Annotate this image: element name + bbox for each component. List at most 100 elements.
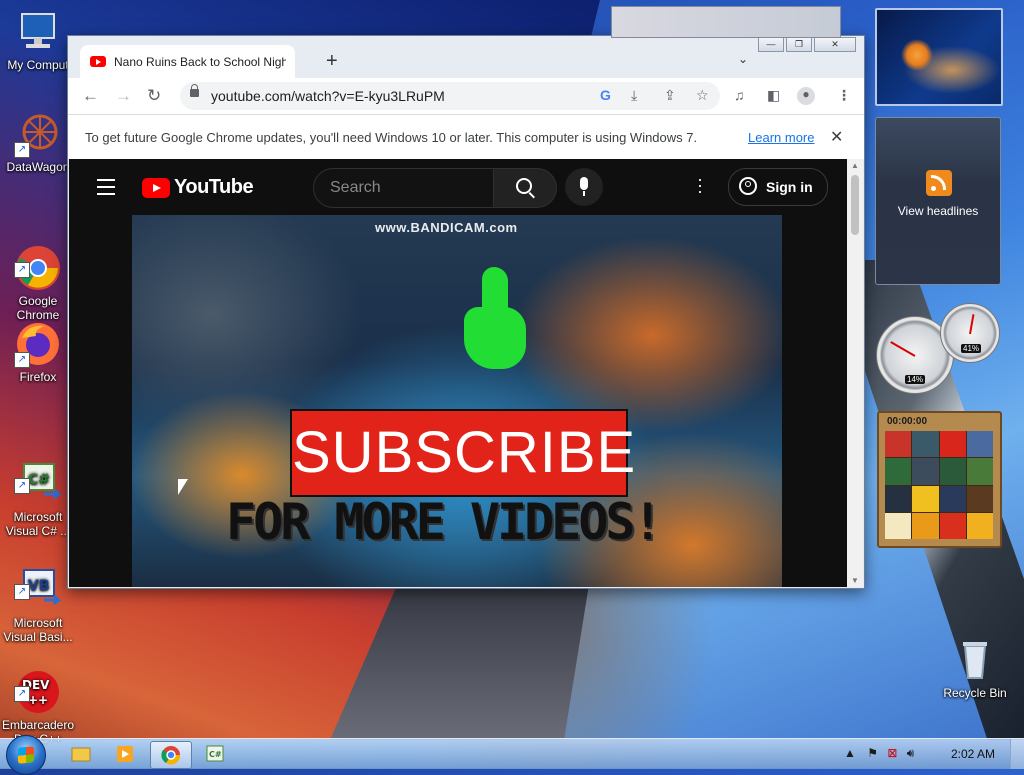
feed-headlines-gadget[interactable]: View headlines	[875, 117, 1001, 285]
profile-avatar-icon[interactable]: ●	[797, 87, 815, 105]
desktop-icon-datawagon[interactable]: ↗ DataWagon	[0, 110, 76, 174]
svg-text:C#: C#	[28, 472, 50, 488]
infobar-close-icon[interactable]: ✕	[830, 127, 843, 147]
memory-meter-gadget[interactable]: 41%	[940, 303, 1000, 363]
cpu-percent: 14%	[905, 375, 926, 384]
forward-arrow-icon[interactable]: →	[115, 86, 132, 106]
shortcut-arrow-icon: ↗	[14, 142, 30, 158]
side-panel-icon[interactable]: ◧	[767, 87, 780, 104]
youtube-header: YouTube Search · · · Sign in	[69, 159, 848, 215]
desktop-icon-label: Firefox	[19, 370, 57, 384]
taskbar-explorer-button[interactable]	[60, 741, 100, 767]
media-control-icon[interactable]: ♫	[734, 87, 745, 103]
taskbar-chrome-button[interactable]	[150, 741, 192, 769]
video-player[interactable]: www.BANDICAM.com SUBSCRIBE FOR MORE VIDE…	[132, 215, 782, 587]
visual-csharp-icon: C# ↗	[14, 446, 62, 500]
subscribe-banner: SUBSCRIBE	[290, 409, 635, 497]
install-app-icon[interactable]: ⤓	[631, 87, 637, 104]
bookmark-star-icon[interactable]: ☆	[696, 87, 709, 104]
address-bar[interactable]: youtube.com/watch?v=E-kyu3LRuPM G ⤓ ⇪ ☆	[180, 82, 720, 110]
show-desktop-button[interactable]	[1010, 739, 1024, 769]
lock-icon	[190, 84, 199, 97]
back-arrow-icon[interactable]: ←	[82, 86, 99, 106]
recycle-bin-icon	[951, 636, 999, 684]
update-infobar: To get future Google Chrome updates, you…	[68, 114, 864, 159]
youtube-favicon-icon	[90, 56, 106, 67]
svg-text:++: ++	[28, 693, 48, 707]
slideshow-strip[interactable]	[611, 6, 841, 38]
menu-kebab-icon[interactable]: ⋮	[837, 87, 851, 104]
rss-feed-icon	[926, 170, 952, 196]
more-options-icon[interactable]: · · ·	[697, 170, 703, 200]
chrome-icon	[161, 746, 181, 765]
search-button[interactable]	[493, 168, 557, 208]
desktop-icon-label: Recycle Bin	[943, 686, 1007, 700]
desktop-icon-visual-csharp[interactable]: C# ↗ Microsoft Visual C# ...	[0, 432, 76, 538]
reload-icon[interactable]: ↻	[147, 86, 161, 106]
desktop-icon-devcpp[interactable]: DEV++ ↗ Embarcadero Dev-C++	[0, 640, 76, 746]
tab-title: Nano Ruins Back to School Night	[114, 54, 286, 69]
system-clock[interactable]: 2:02 AM	[951, 747, 995, 761]
learn-more-link[interactable]: Learn more	[748, 130, 814, 145]
volume-icon[interactable]: 🔊︎	[907, 746, 915, 760]
taskbar-media-player-button[interactable]	[105, 741, 145, 767]
puzzle-grid[interactable]	[885, 431, 993, 539]
shortcut-arrow-icon: ↗	[14, 584, 30, 600]
restore-button[interactable]: ❐	[786, 37, 812, 52]
action-center-flag-icon[interactable]: ⚑	[867, 746, 878, 760]
picture-puzzle-gadget[interactable]: 00:00:00	[877, 411, 1002, 548]
visual-basic-icon: VB ↗	[14, 552, 62, 606]
youtube-page: YouTube Search · · · Sign in www.BANDICAM.…	[69, 159, 848, 587]
search-input[interactable]: Search	[313, 168, 495, 208]
network-disconnected-icon[interactable]: ⊠	[887, 746, 897, 760]
cpu-needle	[890, 341, 916, 357]
view-headlines-label: View headlines	[897, 204, 979, 218]
scroll-down-icon[interactable]: ▼	[851, 576, 859, 585]
new-tab-button[interactable]: +	[326, 50, 338, 73]
voice-search-mic-icon[interactable]	[565, 168, 603, 206]
desktop-icon-visual-basic[interactable]: VB ↗ Microsoft Visual Basi...	[0, 538, 76, 644]
desktop-icon-recycle-bin[interactable]: Recycle Bin	[937, 636, 1013, 700]
browser-toolbar: ← → ↻ youtube.com/watch?v=E-kyu3LRuPM G …	[68, 78, 864, 114]
puzzle-timer: 00:00:00	[887, 416, 928, 427]
desktop-icon-computer[interactable]: My Comput	[0, 8, 76, 72]
chrome-window[interactable]: Nano Ruins Back to School Night + ⌄ — ❐ …	[67, 35, 865, 589]
page-scrollbar[interactable]: ▲ ▼	[847, 159, 863, 587]
start-button[interactable]	[6, 735, 46, 775]
sign-in-button[interactable]: Sign in	[728, 168, 828, 206]
chrome-icon: ↗	[14, 230, 62, 290]
desktop-icon-firefox[interactable]: ↗ Firefox	[0, 320, 76, 384]
shortcut-arrow-icon: ↗	[14, 262, 30, 278]
youtube-logo-text: YouTube	[174, 176, 254, 198]
desktop-icon-label: Microsoft Visual C# ...	[5, 510, 71, 538]
close-button[interactable]: ✕	[814, 37, 856, 52]
svg-text:VB: VB	[28, 578, 50, 594]
svg-text:C#: C#	[209, 750, 222, 759]
desktop-icon-chrome[interactable]: ↗ Google Chrome	[0, 216, 76, 322]
folder-icon	[71, 747, 91, 762]
for-more-videos-text: FOR MORE VIDEOS!	[226, 493, 663, 551]
youtube-logo[interactable]: YouTube	[142, 176, 254, 199]
share-icon[interactable]: ⇪	[664, 87, 676, 104]
media-player-icon	[117, 746, 133, 762]
infobar-message: To get future Google Chrome updates, you…	[85, 130, 698, 145]
desktop-icon-label: My Comput	[7, 58, 69, 72]
taskbar-visual-csharp-button[interactable]: C#	[195, 741, 235, 767]
hamburger-menu-icon[interactable]	[97, 179, 115, 200]
bandicam-watermark: www.BANDICAM.com	[375, 220, 518, 235]
window-controls: — ❐ ✕	[758, 37, 856, 52]
datawagon-icon: ↗	[14, 110, 62, 158]
tab-search-chevron-icon[interactable]: ⌄	[738, 52, 748, 66]
show-hidden-icons-icon[interactable]: ▲	[844, 746, 856, 760]
url-text: youtube.com/watch?v=E-kyu3LRuPM	[211, 88, 445, 104]
shortcut-arrow-icon: ↗	[14, 478, 30, 494]
firefox-icon: ↗	[14, 320, 62, 368]
sign-in-label: Sign in	[766, 179, 813, 195]
tab-youtube[interactable]: Nano Ruins Back to School Night	[80, 45, 295, 78]
google-translate-icon[interactable]: G	[600, 87, 611, 103]
slideshow-gadget-jellyfish[interactable]	[875, 8, 1003, 106]
scroll-up-icon[interactable]: ▲	[851, 161, 859, 170]
minimize-button[interactable]: —	[758, 37, 784, 52]
scroll-thumb[interactable]	[851, 175, 859, 235]
taskbar: C# ▲ ⚑ ⊠ 🔊︎ 2:02 AM	[0, 735, 1024, 775]
